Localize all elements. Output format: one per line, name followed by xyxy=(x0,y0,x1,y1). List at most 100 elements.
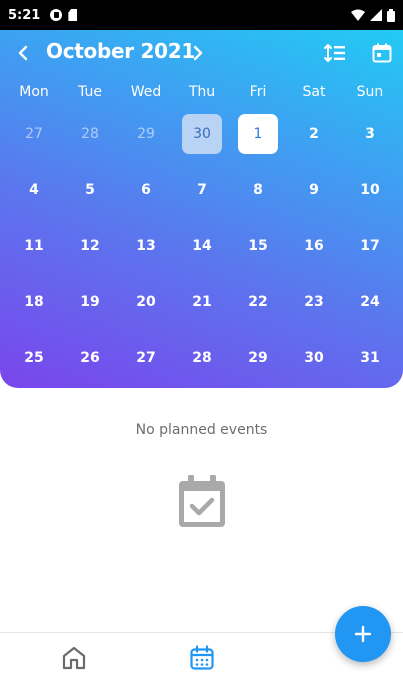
day-cell[interactable]: 13 xyxy=(118,218,174,274)
day-cell[interactable]: 4 xyxy=(6,162,62,218)
calendar-check-icon xyxy=(178,475,226,533)
day-cell[interactable]: 20 xyxy=(118,274,174,330)
home-icon xyxy=(62,646,86,670)
day-number: 7 xyxy=(197,182,207,198)
day-cell[interactable]: 11 xyxy=(6,218,62,274)
wifi-icon xyxy=(351,9,365,21)
weekday-label: Sun xyxy=(356,84,384,100)
day-cell[interactable]: 2 xyxy=(286,106,342,162)
day-number: 2 xyxy=(309,126,319,142)
day-cell[interactable]: 26 xyxy=(62,330,118,386)
chevron-left-icon xyxy=(18,45,28,61)
plus-icon xyxy=(354,625,372,643)
day-number: 3 xyxy=(365,126,375,142)
day-cell[interactable]: 25 xyxy=(6,330,62,386)
day-cell[interactable]: 16 xyxy=(286,218,342,274)
status-system-icons xyxy=(351,8,395,22)
day-cell[interactable]: 22 xyxy=(230,274,286,330)
day-number: 10 xyxy=(360,182,380,198)
day-cell[interactable]: 28 xyxy=(174,330,230,386)
day-number: 28 xyxy=(192,350,212,366)
day-cell[interactable]: 27 xyxy=(118,330,174,386)
status-bar: 5:21 xyxy=(0,0,403,30)
day-number: 29 xyxy=(248,350,268,366)
weekday-row: Mon Tue Wed Thu Fri Sat Sun xyxy=(6,84,398,106)
day-cell[interactable]: 7 xyxy=(174,162,230,218)
empty-state-text: No planned events xyxy=(135,422,268,438)
weekday-label: Mon xyxy=(19,84,49,100)
status-time: 5:21 xyxy=(8,7,41,23)
day-number: 13 xyxy=(136,238,156,254)
day-number: 28 xyxy=(81,126,99,142)
day-cell[interactable]: 6 xyxy=(118,162,174,218)
day-cell[interactable]: 3 xyxy=(342,106,398,162)
calendar-icon xyxy=(190,645,214,670)
day-cell[interactable]: 29 xyxy=(230,330,286,386)
day-number: 24 xyxy=(360,294,380,310)
weekday-label: Sat xyxy=(302,84,326,100)
days-grid: 27 28 29 30 1 2 3 4 5 6 7 8 9 10 11 12 13 14 15 16 17 18 19 20 2… xyxy=(6,106,398,386)
day-cell[interactable]: 12 xyxy=(62,218,118,274)
day-number: 8 xyxy=(253,182,263,198)
day-cell[interactable]: 5 xyxy=(62,162,118,218)
weekday-label: Fri xyxy=(249,84,267,100)
day-cell[interactable]: 8 xyxy=(230,162,286,218)
day-cell[interactable]: 28 xyxy=(62,106,118,162)
signal-icon xyxy=(370,9,382,21)
add-event-button[interactable] xyxy=(335,606,391,662)
month-header: October 2021 xyxy=(0,30,403,76)
day-number: 27 xyxy=(25,126,43,142)
day-cell[interactable]: 23 xyxy=(286,274,342,330)
day-number: 9 xyxy=(309,182,319,198)
day-cell[interactable]: 14 xyxy=(174,218,230,274)
day-number: 14 xyxy=(192,238,212,254)
day-cell[interactable]: 21 xyxy=(174,274,230,330)
app-notification-icon xyxy=(50,9,63,21)
calendar-today-icon xyxy=(372,43,392,63)
home-tab[interactable] xyxy=(61,645,87,675)
day-number: 31 xyxy=(360,350,380,366)
month-title[interactable]: October 2021 xyxy=(46,39,195,63)
day-number: 26 xyxy=(80,350,100,366)
weekday-label: Tue xyxy=(78,84,102,100)
day-number: 29 xyxy=(137,126,155,142)
day-number: 4 xyxy=(29,182,39,198)
weekday-label: Wed xyxy=(130,84,162,100)
day-number: 15 xyxy=(248,238,268,254)
today-button[interactable] xyxy=(366,37,398,69)
day-cell[interactable]: 29 xyxy=(118,106,174,162)
day-cell[interactable]: 15 xyxy=(230,218,286,274)
day-cell[interactable]: 10 xyxy=(342,162,398,218)
day-cell[interactable]: 30 xyxy=(286,330,342,386)
day-number: 17 xyxy=(360,238,380,254)
battery-icon xyxy=(387,8,395,22)
day-cell[interactable]: 18 xyxy=(6,274,62,330)
previous-month-button[interactable] xyxy=(7,37,39,69)
day-number: 6 xyxy=(141,182,151,198)
next-month-button[interactable] xyxy=(182,37,214,69)
calendar-tab[interactable] xyxy=(189,645,215,675)
day-cell[interactable]: 9 xyxy=(286,162,342,218)
day-cell[interactable]: 1 xyxy=(230,106,286,162)
day-number: 23 xyxy=(304,294,324,310)
day-number: 18 xyxy=(24,294,44,310)
sort-list-icon xyxy=(324,44,345,62)
day-number: 30 xyxy=(304,350,324,366)
sd-card-icon xyxy=(68,9,78,21)
day-number: 30 xyxy=(182,114,222,154)
day-cell[interactable]: 31 xyxy=(342,330,398,386)
day-number: 12 xyxy=(80,238,100,254)
day-cell[interactable]: 24 xyxy=(342,274,398,330)
day-cell[interactable]: 17 xyxy=(342,218,398,274)
day-number: 16 xyxy=(304,238,324,254)
day-number: 11 xyxy=(24,238,44,254)
day-cell[interactable]: 19 xyxy=(62,274,118,330)
day-number: 19 xyxy=(80,294,100,310)
day-number: 25 xyxy=(24,350,44,366)
status-notification-icons xyxy=(50,9,78,21)
day-cell[interactable]: 27 xyxy=(6,106,62,162)
day-number: 1 xyxy=(238,114,278,154)
day-number: 5 xyxy=(85,182,95,198)
sort-view-button[interactable] xyxy=(319,37,351,69)
day-cell[interactable]: 30 xyxy=(174,106,230,162)
